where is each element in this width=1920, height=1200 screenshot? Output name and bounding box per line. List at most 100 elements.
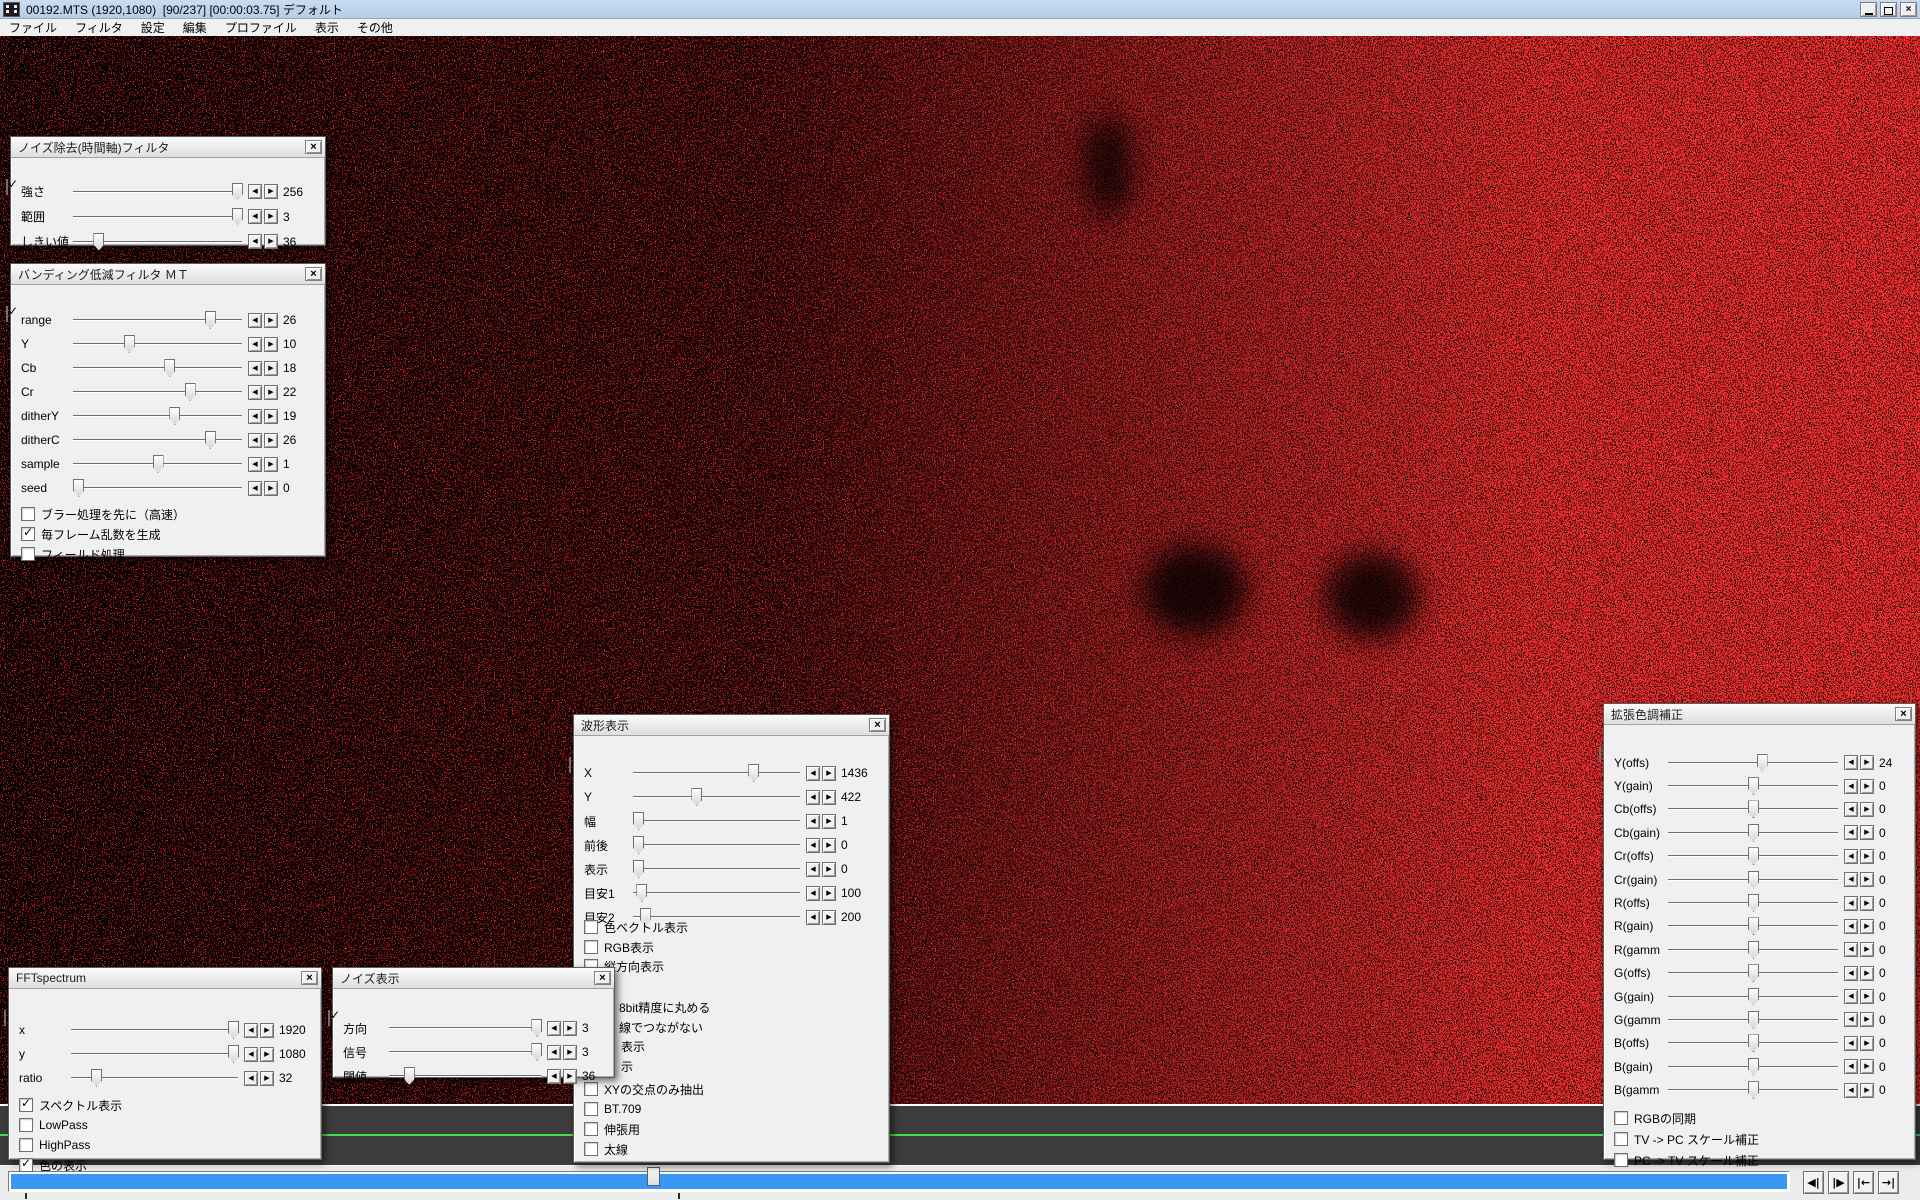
spin-right-icon[interactable]: ▶ xyxy=(260,1023,274,1038)
close-icon[interactable]: × xyxy=(305,140,322,154)
spin-right-icon[interactable]: ▶ xyxy=(1860,825,1874,840)
spin-left-icon[interactable]: ◀ xyxy=(248,481,262,496)
close-icon[interactable]: × xyxy=(869,718,886,732)
prev-frame-button[interactable]: ◀| xyxy=(1803,1171,1824,1194)
close-icon[interactable]: × xyxy=(305,267,322,281)
spin-right-icon[interactable]: ▶ xyxy=(1860,919,1874,934)
filter-enable-checkbox[interactable] xyxy=(569,757,571,773)
goto-start-button[interactable]: |← xyxy=(1853,1171,1874,1194)
slider-track[interactable] xyxy=(633,763,800,783)
restore-button[interactable] xyxy=(1880,2,1897,17)
slider-thumb[interactable] xyxy=(1748,917,1759,935)
panel-waveform-display[interactable]: 波形表示 × X ◀▶ 1436 Y ◀▶ 422 幅 ◀▶ 1 xyxy=(573,714,890,1163)
spin-right-icon[interactable]: ▶ xyxy=(260,1047,274,1062)
spin-left-icon[interactable]: ◀ xyxy=(244,1023,258,1038)
spin-left-icon[interactable]: ◀ xyxy=(244,1071,258,1086)
slider-track[interactable] xyxy=(1668,1080,1838,1100)
spin-right-icon[interactable]: ▶ xyxy=(1860,1059,1874,1074)
close-icon[interactable]: × xyxy=(1895,707,1912,721)
slider-track[interactable] xyxy=(1668,1010,1838,1030)
spin-left-icon[interactable]: ◀ xyxy=(806,766,820,781)
spin-right-icon[interactable]: ▶ xyxy=(264,481,278,496)
slider-thumb[interactable] xyxy=(1748,847,1759,865)
slider-thumb[interactable] xyxy=(124,335,135,353)
spin-left-icon[interactable]: ◀ xyxy=(806,862,820,877)
menu-settings[interactable]: 設定 xyxy=(132,19,174,36)
checkbox[interactable] xyxy=(21,507,35,521)
spin-left-icon[interactable]: ◀ xyxy=(1844,825,1858,840)
panel-title-bar[interactable]: FFTspectrum × xyxy=(9,968,321,989)
spin-left-icon[interactable]: ◀ xyxy=(806,790,820,805)
checkbox[interactable] xyxy=(19,1118,33,1132)
spin-right-icon[interactable]: ▶ xyxy=(260,1071,274,1086)
slider-track[interactable] xyxy=(389,1042,541,1062)
slider-thumb[interactable] xyxy=(228,1021,239,1039)
spin-left-icon[interactable]: ◀ xyxy=(806,838,820,853)
spin-left-icon[interactable]: ◀ xyxy=(248,234,262,249)
slider-thumb[interactable] xyxy=(748,764,759,782)
slider-track[interactable] xyxy=(71,1068,238,1088)
spin-right-icon[interactable]: ▶ xyxy=(1860,966,1874,981)
close-icon[interactable]: × xyxy=(301,971,318,985)
spin-right-icon[interactable]: ▶ xyxy=(1860,1083,1874,1098)
panel-title-bar[interactable]: ノイズ除去(時間軸)フィルタ × xyxy=(11,137,325,158)
panel-extended-color-correction[interactable]: 拡張色調補正 × Y(offs) ◀▶ 24 Y(gain) ◀▶ 0 Cb(o… xyxy=(1603,703,1916,1160)
spin-right-icon[interactable]: ▶ xyxy=(264,385,278,400)
spin-left-icon[interactable]: ◀ xyxy=(248,337,262,352)
slider-track[interactable] xyxy=(73,430,242,450)
slider-thumb[interactable] xyxy=(633,836,644,854)
slider-track[interactable] xyxy=(71,1044,238,1064)
slider-thumb[interactable] xyxy=(1748,988,1759,1006)
slider-track[interactable] xyxy=(73,358,242,378)
slider-thumb[interactable] xyxy=(91,1069,102,1087)
filter-enable-checkbox[interactable] xyxy=(1599,746,1601,762)
panel-title-bar[interactable]: ノイズ表示 × xyxy=(333,968,614,989)
slider-thumb[interactable] xyxy=(232,208,243,226)
spin-right-icon[interactable]: ▶ xyxy=(822,814,836,829)
spin-right-icon[interactable]: ▶ xyxy=(1860,755,1874,770)
spin-left-icon[interactable]: ◀ xyxy=(248,313,262,328)
slider-track[interactable] xyxy=(633,787,800,807)
slider-track[interactable] xyxy=(73,454,242,474)
spin-left-icon[interactable]: ◀ xyxy=(248,433,262,448)
slider-track[interactable] xyxy=(73,382,242,402)
spin-left-icon[interactable]: ◀ xyxy=(244,1047,258,1062)
slider-thumb[interactable] xyxy=(691,788,702,806)
panel-title-bar[interactable]: 波形表示 × xyxy=(574,715,889,736)
spin-right-icon[interactable]: ▶ xyxy=(1860,942,1874,957)
slider-thumb[interactable] xyxy=(1748,894,1759,912)
spin-right-icon[interactable]: ▶ xyxy=(264,184,278,199)
slider-thumb[interactable] xyxy=(205,311,216,329)
slider-track[interactable] xyxy=(633,811,800,831)
slider-track[interactable] xyxy=(71,1020,238,1040)
spin-left-icon[interactable]: ◀ xyxy=(248,385,262,400)
spin-left-icon[interactable]: ◀ xyxy=(248,184,262,199)
checkbox[interactable] xyxy=(584,940,598,954)
slider-thumb[interactable] xyxy=(1748,1034,1759,1052)
filter-enable-checkbox[interactable] xyxy=(4,1010,6,1026)
slider-thumb[interactable] xyxy=(205,431,216,449)
spin-right-icon[interactable]: ▶ xyxy=(563,1045,577,1060)
spin-right-icon[interactable]: ▶ xyxy=(822,886,836,901)
slider-track[interactable] xyxy=(633,883,800,903)
slider-thumb[interactable] xyxy=(633,812,644,830)
spin-left-icon[interactable]: ◀ xyxy=(1844,755,1858,770)
spin-right-icon[interactable]: ▶ xyxy=(1860,1036,1874,1051)
slider-thumb[interactable] xyxy=(1748,1011,1759,1029)
spin-right-icon[interactable]: ▶ xyxy=(264,457,278,472)
slider-thumb[interactable] xyxy=(153,455,164,473)
slider-thumb[interactable] xyxy=(232,183,243,201)
spin-left-icon[interactable]: ◀ xyxy=(547,1045,561,1060)
spin-left-icon[interactable]: ◀ xyxy=(248,361,262,376)
menu-profile[interactable]: プロファイル xyxy=(216,19,306,36)
checkbox[interactable] xyxy=(1614,1132,1628,1146)
spin-left-icon[interactable]: ◀ xyxy=(547,1021,561,1036)
slider-thumb[interactable] xyxy=(185,383,196,401)
next-frame-button[interactable]: |▶ xyxy=(1828,1171,1849,1194)
slider-track[interactable] xyxy=(73,478,242,498)
slider-thumb[interactable] xyxy=(1748,800,1759,818)
spin-left-icon[interactable]: ◀ xyxy=(1844,1036,1858,1051)
spin-left-icon[interactable]: ◀ xyxy=(1844,896,1858,911)
slider-thumb[interactable] xyxy=(1748,1081,1759,1099)
slider-thumb[interactable] xyxy=(73,479,84,497)
